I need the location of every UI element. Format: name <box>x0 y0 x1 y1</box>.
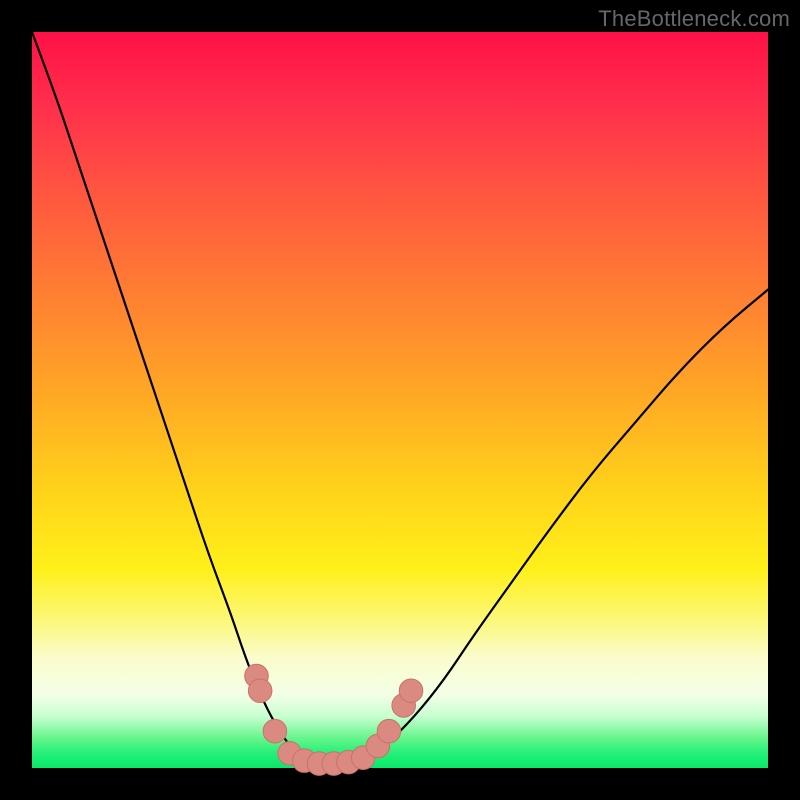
bottleneck-curve <box>32 32 768 766</box>
data-marker <box>377 719 401 743</box>
watermark-text: TheBottleneck.com <box>598 6 790 32</box>
data-markers <box>245 664 423 775</box>
chart-svg <box>32 32 768 768</box>
data-marker <box>399 679 423 703</box>
data-marker <box>263 719 287 743</box>
data-marker <box>248 679 272 703</box>
outer-frame: TheBottleneck.com <box>0 0 800 800</box>
